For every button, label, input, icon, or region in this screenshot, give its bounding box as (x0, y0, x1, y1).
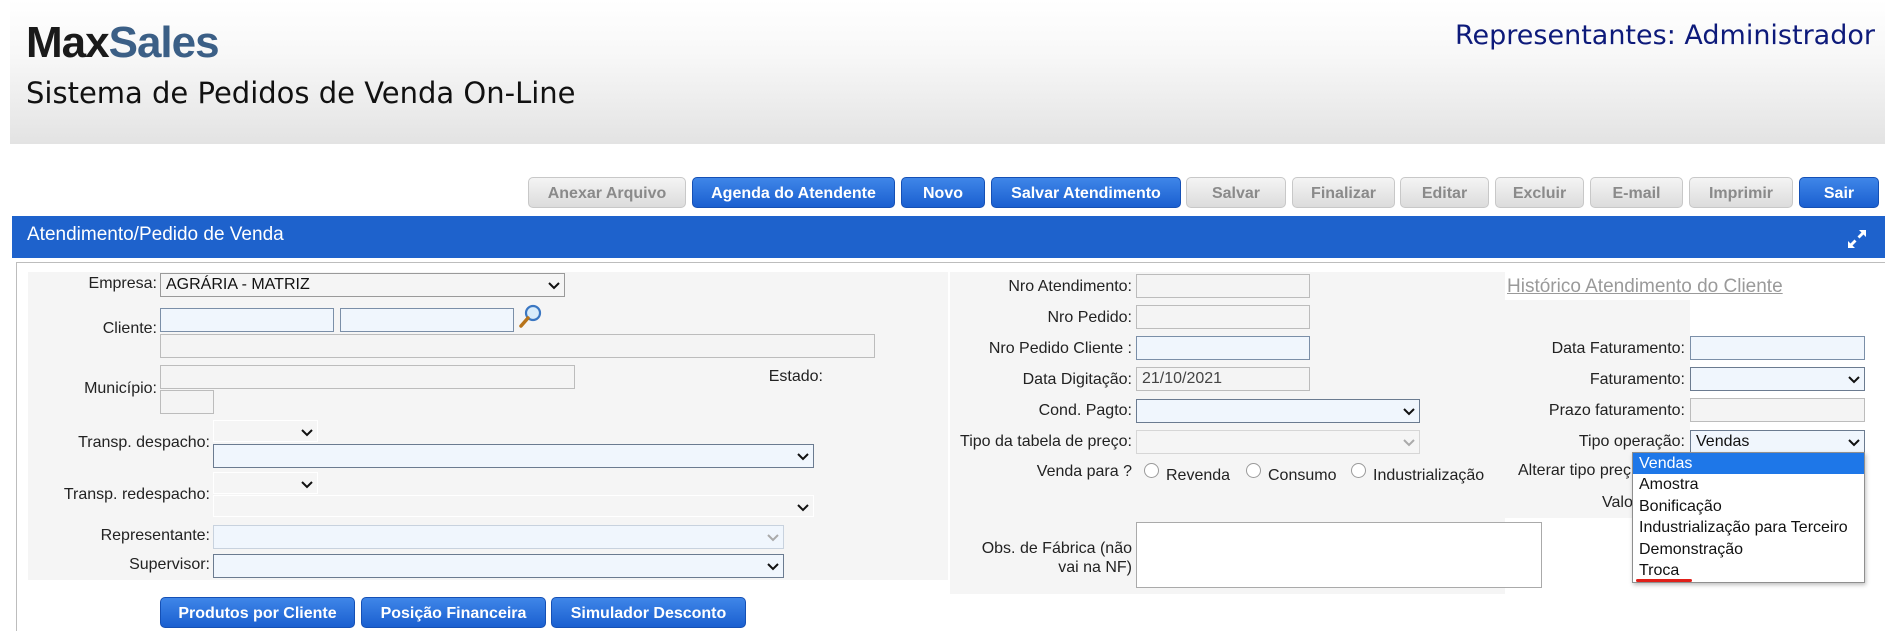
representante-select[interactable] (213, 525, 784, 549)
chevron-down-icon (767, 562, 779, 572)
nro-pedido-input (1136, 305, 1310, 329)
user-label: Representantes: Administrador (1454, 20, 1875, 51)
supervisor-select[interactable] (213, 554, 784, 578)
chevron-down-icon (548, 281, 560, 291)
imprimir-button[interactable]: Imprimir (1689, 177, 1793, 208)
excluir-button[interactable]: Excluir (1495, 177, 1584, 208)
supervisor-label: Supervisor: (129, 556, 210, 573)
cliente-code-input[interactable] (160, 308, 334, 332)
transp-despacho-type-select[interactable] (213, 420, 318, 442)
agenda-atendente-button[interactable]: Agenda do Atendente (692, 177, 895, 208)
transp-despacho-label: Transp. despacho: (78, 434, 210, 451)
maxsales-logo: MaxSales (26, 18, 220, 68)
tipo-operacao-value: Vendas (1696, 433, 1750, 450)
sair-button[interactable]: Sair (1799, 177, 1879, 208)
transp-despacho-select[interactable] (213, 444, 814, 468)
representante-label: Representante: (100, 527, 210, 544)
estado-label: Estado: (768, 368, 823, 385)
option-troca[interactable]: Troca (1633, 560, 1864, 581)
search-icon[interactable] (518, 303, 544, 329)
transp-redespacho-label: Transp. redespacho: (63, 486, 210, 503)
logo-sales-text: Sales (108, 18, 220, 67)
revenda-label: Revenda (1166, 467, 1231, 484)
chevron-down-icon (1403, 438, 1415, 448)
nro-pedido-cliente-input[interactable] (1136, 336, 1310, 360)
venda-para-label: Venda para ? (1036, 463, 1132, 480)
transp-redespacho-select[interactable] (213, 495, 814, 517)
editar-button[interactable]: Editar (1400, 177, 1489, 208)
faturamento-select[interactable] (1690, 367, 1865, 391)
obs-fabrica-textarea[interactable] (1136, 522, 1542, 588)
spellcheck-underline (1636, 579, 1692, 582)
prazo-faturamento-input (1690, 398, 1865, 422)
nro-atendimento-input (1136, 274, 1310, 298)
chevron-down-icon (767, 533, 779, 543)
municipio-input[interactable] (160, 365, 575, 389)
simulador-desconto-button[interactable]: Simulador Desconto (551, 597, 746, 628)
revenda-radio[interactable] (1144, 463, 1159, 478)
consumo-radio[interactable] (1246, 463, 1261, 478)
anexar-arquivo-button[interactable]: Anexar Arquivo (528, 177, 686, 208)
chevron-down-icon (301, 480, 313, 490)
logo-max-text: Max (26, 18, 110, 67)
nro-atendimento-label: Nro Atendimento: (1008, 278, 1132, 295)
faturamento-label: Faturamento: (1589, 371, 1685, 388)
system-title: Sistema de Pedidos de Venda On-Line (26, 76, 576, 110)
option-demonstracao[interactable]: Demonstração (1633, 539, 1864, 560)
cond-pagto-select[interactable] (1136, 399, 1420, 423)
historico-atendimento-link[interactable]: Histórico Atendimento do Cliente (1507, 276, 1783, 298)
industrializacao-radio[interactable] (1351, 463, 1366, 478)
data-digitacao-value: 21/10/2021 (1142, 370, 1223, 387)
chevron-down-icon (1403, 407, 1415, 417)
transp-redespacho-type-select[interactable] (213, 472, 318, 494)
obs-fabrica-label-line2: vai na NF) (1058, 559, 1132, 576)
industrializacao-label: Industrialização (1373, 467, 1485, 484)
nro-pedido-label: Nro Pedido: (1047, 309, 1133, 326)
empresa-value: AGRÁRIA - MATRIZ (166, 276, 310, 293)
option-amostra[interactable]: Amostra (1633, 474, 1864, 495)
tipo-tabela-select[interactable] (1136, 430, 1420, 454)
cliente-search-input[interactable] (340, 308, 514, 332)
novo-button[interactable]: Novo (901, 177, 985, 208)
tipo-tabela-label: Tipo da tabela de preço: (960, 433, 1132, 450)
valor-label: Valo (1602, 494, 1633, 511)
produtos-por-cliente-button[interactable]: Produtos por Cliente (160, 597, 355, 628)
posicao-financeira-button[interactable]: Posição Financeira (361, 597, 546, 628)
salvar-atendimento-button[interactable]: Salvar Atendimento (991, 177, 1181, 208)
panel-header-bar (12, 216, 1885, 258)
tipo-operacao-label: Tipo operação: (1578, 433, 1685, 450)
email-button[interactable]: E-mail (1590, 177, 1683, 208)
prazo-faturamento-label: Prazo faturamento: (1548, 402, 1685, 419)
nro-pedido-cliente-label: Nro Pedido Cliente : (988, 340, 1132, 357)
obs-fabrica-label: Obs. de Fábrica (não vai na NF) (982, 539, 1132, 577)
data-faturamento-input[interactable] (1690, 336, 1865, 360)
chevron-down-icon (1848, 438, 1860, 448)
finalizar-button[interactable]: Finalizar (1292, 177, 1395, 208)
cliente-name-display (160, 334, 875, 358)
data-digitacao-input: 21/10/2021 (1136, 367, 1310, 391)
data-faturamento-label: Data Faturamento: (1551, 340, 1685, 357)
option-bonificacao[interactable]: Bonificação (1633, 496, 1864, 517)
option-industrializacao-terceiro[interactable]: Industrialização para Terceiro (1633, 517, 1864, 538)
consumo-label: Consumo (1268, 467, 1337, 484)
cond-pagto-label: Cond. Pagto: (1038, 402, 1132, 419)
chevron-down-icon (797, 503, 809, 513)
tipo-operacao-select[interactable]: Vendas (1690, 430, 1865, 454)
chevron-down-icon (797, 452, 809, 462)
alterar-tipo-preco-label: Alterar tipo preç (1518, 462, 1631, 479)
data-digitacao-label: Data Digitação: (1022, 371, 1132, 388)
option-vendas[interactable]: Vendas (1633, 453, 1864, 474)
municipio-label: Município: (84, 380, 157, 397)
obs-fabrica-label-line1: Obs. de Fábrica (não (981, 540, 1132, 557)
empresa-label: Empresa: (88, 275, 157, 292)
tipo-operacao-dropdown-list: Vendas Amostra Bonificação Industrializa… (1632, 452, 1865, 583)
chevron-down-icon (301, 428, 313, 438)
chevron-down-icon (1848, 375, 1860, 385)
salvar-button[interactable]: Salvar (1186, 177, 1286, 208)
expand-icon[interactable] (1845, 227, 1869, 251)
panel-title: Atendimento/Pedido de Venda (27, 224, 284, 245)
municipio-code-input[interactable] (160, 390, 214, 414)
empresa-select[interactable]: AGRÁRIA - MATRIZ (160, 273, 565, 297)
cliente-label: Cliente: (102, 320, 157, 337)
